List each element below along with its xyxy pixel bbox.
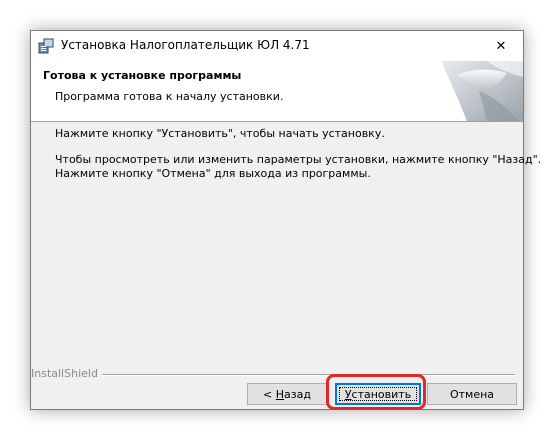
page-title: Готова к установке программы (43, 69, 242, 82)
back-button-prefix: < (263, 387, 276, 401)
back-button-accel: Н (275, 387, 285, 401)
instruction-back: Чтобы просмотреть или изменить параметры… (55, 153, 542, 166)
instruction-cancel: Нажмите кнопку "Отмена" для выхода из пр… (55, 167, 371, 180)
back-button-label: азад (284, 387, 311, 401)
installshield-brand: InstallShield (31, 367, 102, 380)
instruction-install: Нажмите кнопку "Установить", чтобы начат… (55, 127, 385, 140)
cancel-button-label: Отмена (449, 387, 495, 401)
title-bar[interactable]: Установка Налогоплательщик ЮЛ 4.71 ✕ (31, 31, 523, 61)
installer-window: Установка Налогоплательщик ЮЛ 4.71 ✕ Гот… (30, 30, 541, 410)
close-button[interactable]: ✕ (479, 31, 523, 61)
close-icon: ✕ (495, 38, 507, 54)
installshield-banner-icon (441, 61, 523, 121)
installer-app-icon (38, 38, 54, 54)
divider-line (93, 374, 515, 376)
installshield-divider: InstallShield (31, 367, 523, 381)
header-panel: Готова к установке программы Программа г… (31, 61, 523, 122)
install-button-highlight (326, 374, 426, 410)
back-button[interactable]: < Назад (247, 383, 327, 405)
window-title: Установка Налогоплательщик ЮЛ 4.71 (61, 38, 310, 52)
page-subtitle: Программа готова к началу установки. (55, 90, 284, 103)
cancel-button[interactable]: Отмена (427, 383, 517, 405)
